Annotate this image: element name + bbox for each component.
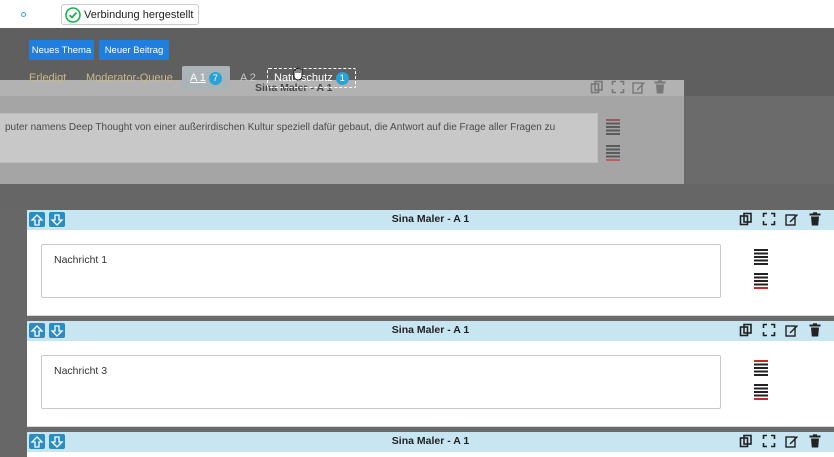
tab-a1-count-badge: 7	[208, 71, 222, 85]
post-actions	[739, 434, 822, 448]
dragged-post-actions	[590, 80, 667, 94]
tab-erledigt[interactable]: Erledigt	[29, 66, 66, 90]
new-topic-button[interactable]: Neues Thema	[29, 40, 94, 60]
post-title: Sina Maler - A 1	[391, 435, 470, 447]
post-actions	[739, 212, 822, 226]
upvote-stack-icon[interactable]	[754, 359, 768, 377]
copy-icon[interactable]	[739, 212, 753, 226]
post-header: Sina Maler - A 1	[27, 432, 834, 452]
post-header: Sina Maler - A 1	[27, 321, 834, 341]
dragged-post-ghost: Sina Maler - A 1 puter namens Deep Thoug…	[0, 80, 684, 184]
expand-icon[interactable]	[762, 323, 776, 337]
post-body: Nachricht 3	[27, 341, 834, 427]
tab-a2[interactable]: A 2	[240, 66, 256, 90]
stack-icon-red	[606, 119, 620, 135]
tab-naturschutz[interactable]: Naturschutz 1	[267, 68, 356, 88]
check-circle-icon	[65, 6, 81, 23]
connection-status-label: Verbindung hergestellt	[84, 8, 194, 21]
vote-bars	[754, 359, 768, 401]
connection-status: Verbindung hergestellt	[61, 4, 200, 25]
upvote-stack-icon[interactable]	[754, 248, 768, 266]
left-gutter	[0, 210, 27, 457]
expand-icon	[611, 80, 625, 94]
vote-bars	[754, 248, 768, 290]
post-body: Nachricht 1	[27, 230, 834, 316]
trash-icon[interactable]	[808, 434, 822, 448]
post-card: Sina Maler - A 1 Nachricht 3	[27, 321, 834, 427]
trash-icon	[654, 80, 666, 94]
stack-icon-dark	[606, 145, 620, 161]
grab-cursor-icon	[293, 67, 303, 81]
dragged-post-vote-bars	[606, 118, 620, 162]
post-title: Sina Maler - A 1	[391, 213, 470, 225]
tab-moderator-queue[interactable]: Moderator-Queue	[86, 66, 173, 90]
trash-icon[interactable]	[808, 323, 822, 337]
message-text: Nachricht 3	[54, 365, 108, 377]
post-title: Sina Maler - A 1	[391, 324, 470, 336]
edit-icon	[632, 82, 645, 94]
top-bar: Verbindung hergestellt	[0, 0, 834, 28]
tab-a1[interactable]: A 17	[182, 66, 230, 90]
post-card: Sina Maler - A 1	[27, 432, 834, 457]
downvote-stack-icon[interactable]	[754, 272, 768, 290]
dragged-post-text: puter namens Deep Thought von einer auße…	[5, 122, 556, 133]
message-box[interactable]: Nachricht 3	[41, 355, 721, 409]
edit-icon[interactable]	[785, 212, 799, 226]
post-actions	[739, 323, 822, 337]
downvote-stack-icon[interactable]	[754, 383, 768, 401]
edit-icon[interactable]	[785, 434, 799, 448]
status-dot	[21, 12, 26, 17]
tab-naturschutz-count-badge: 1	[335, 71, 349, 85]
expand-icon[interactable]	[762, 434, 776, 448]
dragged-post-text-box: puter namens Deep Thought von einer auße…	[0, 113, 598, 163]
drop-shade	[0, 184, 834, 210]
post-header: Sina Maler - A 1	[27, 210, 834, 230]
copy-icon[interactable]	[739, 323, 753, 337]
new-post-button[interactable]: Neuer Beitrag	[99, 40, 169, 60]
expand-icon[interactable]	[762, 212, 776, 226]
message-box[interactable]: Nachricht 1	[41, 244, 721, 298]
copy-icon	[590, 80, 603, 94]
post-card: Sina Maler - A 1 Nachricht 1	[27, 210, 834, 316]
copy-icon[interactable]	[739, 434, 753, 448]
trash-icon[interactable]	[808, 212, 822, 226]
edit-icon[interactable]	[785, 323, 799, 337]
message-text: Nachricht 1	[54, 254, 108, 266]
